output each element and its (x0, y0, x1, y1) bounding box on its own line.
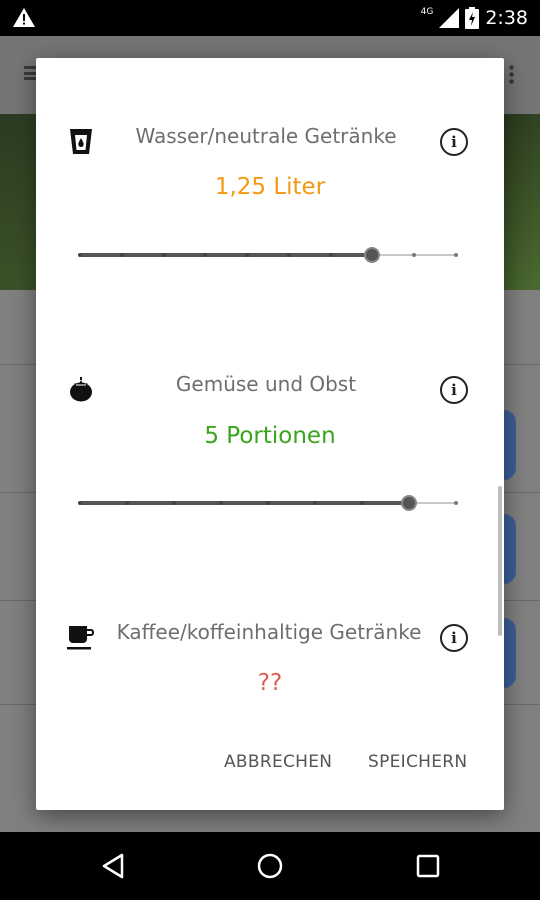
slider-tick (78, 501, 82, 505)
slider-tick (172, 501, 176, 505)
section-title: Kaffee/koffeinhaltige Getränke (116, 620, 422, 644)
slider-tick (313, 501, 317, 505)
info-icon: i (451, 629, 457, 647)
water-amount-slider[interactable] (78, 243, 458, 267)
slider-tick (125, 501, 129, 505)
tomato-icon (70, 377, 92, 402)
glass-water-icon (70, 129, 92, 154)
overflow-menu-icon (509, 64, 514, 84)
slider-tick (219, 501, 223, 505)
clock: 2:38 (485, 7, 528, 29)
info-icon: i (451, 381, 457, 399)
section-title: Gemüse und Obst (175, 372, 357, 396)
recents-icon[interactable] (412, 850, 444, 882)
nutrition-goal-dialog: Wasser/neutrale Getränke i 1,25 Liter Ge… (36, 58, 504, 810)
dialog-scrollbar[interactable] (498, 486, 502, 636)
section-value: 5 Portionen (204, 423, 336, 449)
slider-tick (328, 253, 333, 257)
slider-tick (161, 253, 166, 257)
slider-tick (78, 253, 82, 257)
signal-icon (439, 8, 460, 28)
navigation-bar (0, 832, 540, 900)
status-bar: 4G 2:38 (0, 0, 540, 36)
dialog-actions: ABBRECHEN SPEICHERN (36, 752, 504, 792)
slider-thumb[interactable] (401, 495, 417, 511)
save-button[interactable]: SPEICHERN (368, 752, 467, 772)
home-icon[interactable] (254, 850, 286, 882)
slider-tick (119, 253, 124, 257)
slider-tick (266, 501, 270, 505)
slider-tick (360, 501, 364, 505)
back-icon[interactable] (98, 850, 130, 882)
warning-icon (13, 8, 35, 27)
info-icon: i (451, 133, 457, 151)
battery-charging-icon (465, 7, 480, 29)
vegetables-portions-slider[interactable] (78, 491, 458, 515)
cancel-button[interactable]: ABBRECHEN (224, 752, 332, 772)
section-value: 1,25 Liter (214, 174, 326, 200)
section-value: ?? (257, 670, 283, 696)
slider-tick (454, 501, 458, 505)
info-button[interactable]: i (440, 624, 468, 652)
coffee-cup-icon (67, 626, 94, 650)
slider-tick (454, 253, 458, 257)
network-type-label: 4G (420, 7, 434, 17)
info-button[interactable]: i (440, 128, 468, 156)
slider-tick (412, 253, 417, 257)
slider-tick (286, 253, 291, 257)
section-title: Wasser/neutrale Getränke (135, 124, 397, 148)
slider-thumb[interactable] (364, 247, 381, 263)
info-button[interactable]: i (440, 376, 468, 404)
